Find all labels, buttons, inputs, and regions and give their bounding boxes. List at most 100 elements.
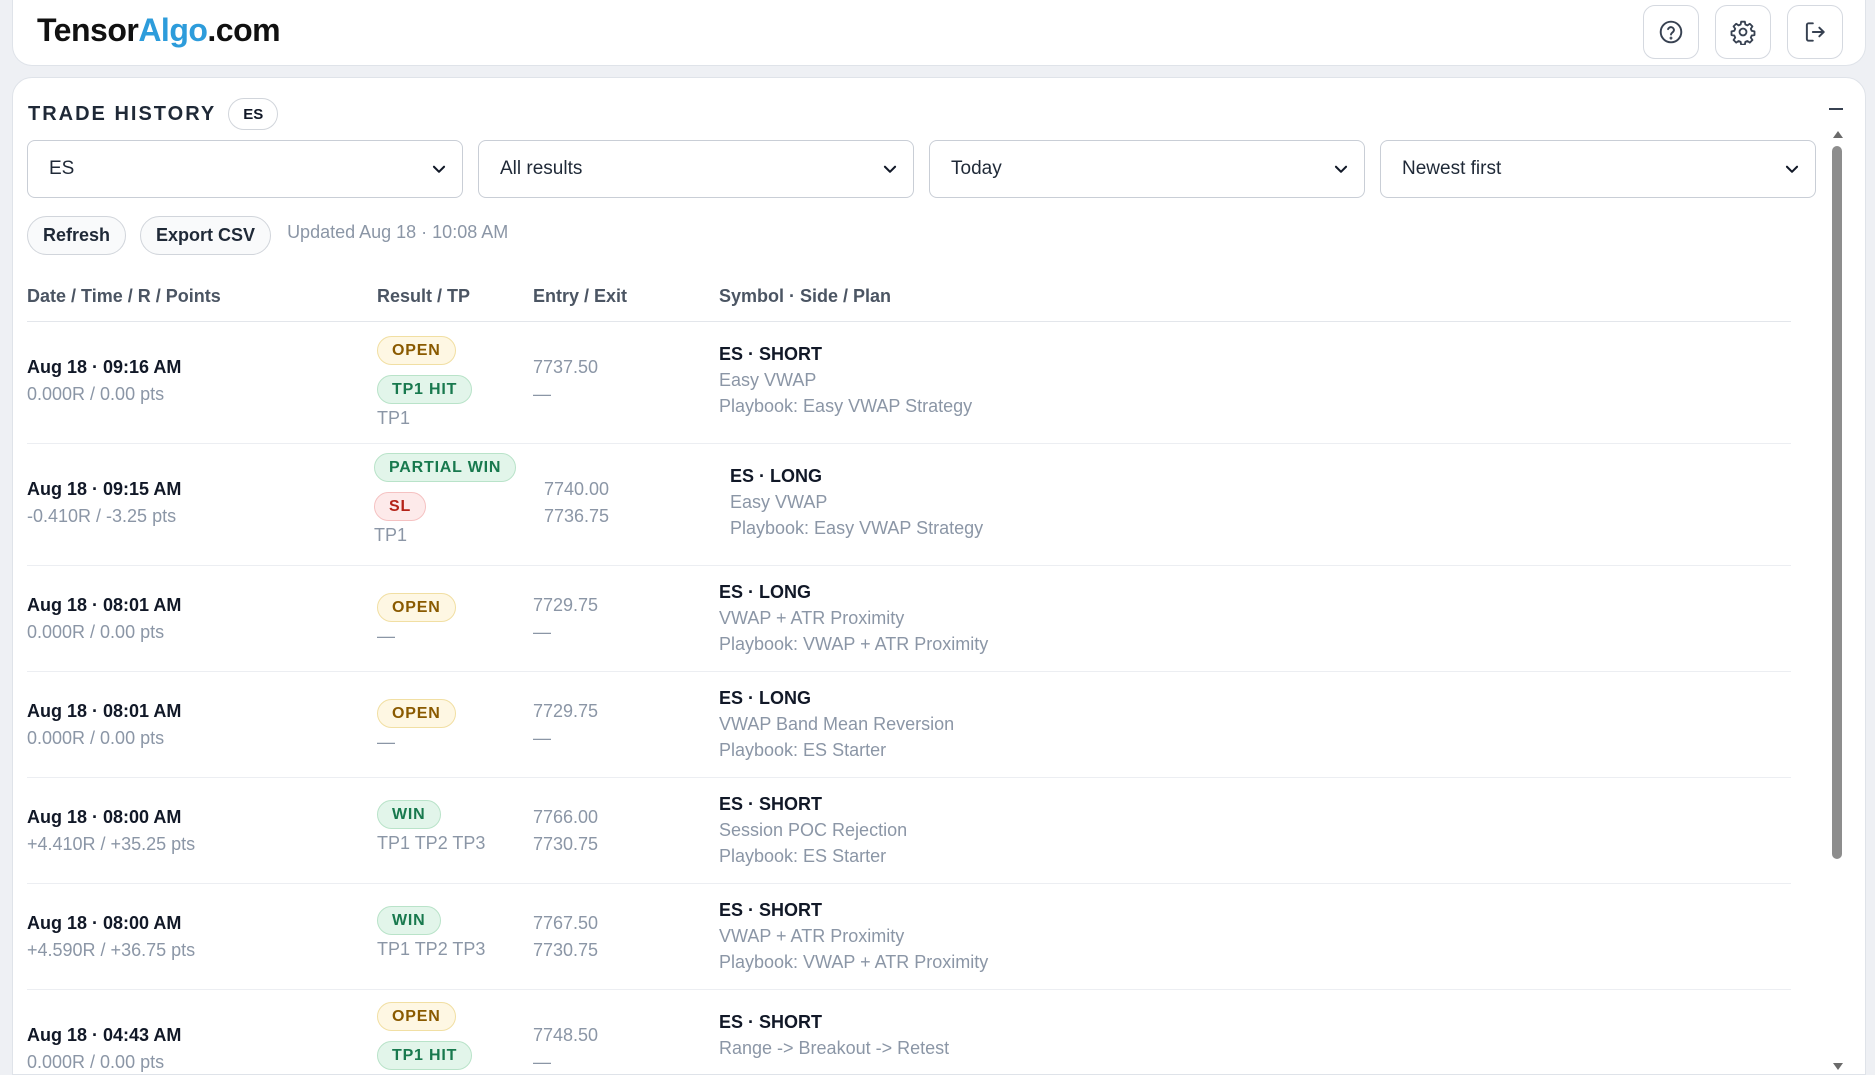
question-circle-icon [1659,20,1683,44]
table-row[interactable]: Aug 18 · 08:00 AM +4.410R / +35.25 pts WIN… [27,778,1791,884]
settings-button[interactable] [1715,5,1771,59]
entry-price: 7748.50 [533,1025,599,1045]
logout-button[interactable] [1787,5,1843,59]
top-bar: TensorAlgo.com [12,0,1866,66]
entry-price: 7740.00 [544,479,610,499]
entry-price: 7737.50 [533,357,599,377]
entry-price: 7767.50 [533,913,599,933]
symbol-select-value: ES [49,158,75,179]
scroll-up-arrow-icon[interactable] [1833,131,1843,138]
logo-text-tensor: Tensor [37,12,139,48]
trade-datetime: Aug 18 · 08:01 AM [27,701,182,721]
date-range-select[interactable]: Today [929,140,1365,198]
strategy-plan: Easy VWAP [730,492,828,512]
trade-datetime: Aug 18 · 08:00 AM [27,807,182,827]
logo[interactable]: TensorAlgo.com [37,12,281,49]
entry-exit-cell: 7729.75 — [533,595,598,643]
date-cell: Aug 18 · 09:15 AM -0.410R / -3.25 pts [27,479,181,527]
result-badge-open: OPEN [377,699,456,728]
trade-r-points: +4.410R / +35.25 pts [27,834,196,854]
symbol-side: ES · SHORT [719,794,823,814]
strategy-plan: VWAP + ATR Proximity [719,926,905,946]
result-badge-win: WIN [377,800,441,829]
vertical-scrollbar[interactable] [1831,128,1845,1074]
col-header-symbol: Symbol · Side / Plan [719,286,892,306]
chevron-down-icon [883,165,897,173]
table-row[interactable]: Aug 18 · 08:01 AM 0.000R / 0.00 pts OPEN —7… [27,566,1791,672]
symbol-plan-cell: ES · SHORT Easy VWAP Playbook: Easy VWAP S… [719,344,972,417]
table-row[interactable]: Aug 18 · 09:16 AM 0.000R / 0.00 pts OPEN TP… [27,322,1791,444]
export-csv-button[interactable]: Export CSV [140,215,272,255]
symbol-plan-cell: ES · LONG VWAP Band Mean Reversion Playboo… [719,688,954,761]
col-header-result: Result / TP [377,286,471,306]
tp-levels: TP1 TP2 TP3 [377,939,486,959]
entry-price: 7729.75 [533,595,599,615]
trade-datetime: Aug 18 · 09:16 AM [27,357,182,377]
help-button[interactable] [1643,5,1699,59]
symbol-select[interactable]: ES [27,140,463,198]
result-cell: PARTIAL WIN SL TP1 [374,453,517,546]
date-cell: Aug 18 · 08:01 AM 0.000R / 0.00 pts [27,701,181,749]
entry-exit-cell: 7729.75 — [533,701,598,749]
date-range-select-value: Today [951,158,1002,179]
playbook-name: Playbook: VWAP + ATR Proximity [719,952,989,972]
table-row[interactable]: Aug 18 · 08:00 AM +4.590R / +36.75 pts WIN… [27,884,1791,990]
collapse-button[interactable] [1829,108,1843,110]
symbol-side: ES · SHORT [719,900,823,920]
strategy-plan: VWAP + ATR Proximity [719,608,905,628]
playbook-name: Playbook: ES Starter [719,740,887,760]
logout-icon [1805,22,1825,42]
trade-datetime: Aug 18 · 08:01 AM [27,595,182,615]
table-row[interactable]: Aug 18 · 09:15 AM -0.410R / -3.25 pts PART… [27,444,1791,566]
tp-levels: TP1 TP2 TP3 [377,833,486,853]
entry-exit-cell: 7740.00 7736.75 [544,479,609,527]
result-select[interactable]: All results [478,140,914,198]
result-badge-win: PARTIAL WIN [374,453,517,482]
exit-price: — [533,728,551,748]
exit-price: — [533,384,551,404]
date-cell: Aug 18 · 08:00 AM +4.410R / +35.25 pts [27,807,195,855]
result-badge-tp: TP1 HIT [377,375,473,404]
date-cell: Aug 18 · 08:01 AM 0.000R / 0.00 pts [27,595,181,643]
result-cell: OPENTP1 HITTP1 [377,1002,473,1074]
result-cell: OPENTP1 HITTP1 [377,336,473,429]
result-cell: WIN TP1 TP2 TP3 [377,906,485,960]
symbol-side: ES · LONG [719,688,812,708]
col-header-date: Date / Time / R / Points [27,286,221,306]
refresh-button[interactable]: Refresh [27,215,127,255]
date-cell: Aug 18 · 04:43 AM 0.000R / 0.00 pts [27,1025,181,1073]
table-row[interactable]: Aug 18 · 04:43 AM 0.000R / 0.00 pts OPEN TP… [27,990,1791,1074]
trade-r-points: 0.000R / 0.00 pts [27,728,165,748]
scrollbar-thumb[interactable] [1832,146,1842,859]
symbol-plan-cell: ES · SHORT VWAP + ATR Proximity Playbook: … [719,900,988,973]
chevron-down-icon [1334,165,1348,173]
exit-price: 7730.75 [533,940,599,960]
strategy-plan: VWAP Band Mean Reversion [719,714,955,734]
scroll-down-arrow-icon[interactable] [1833,1063,1843,1070]
result-badge-win: WIN [377,906,441,935]
strategy-plan: Range -> Breakout -> Retest [719,1038,950,1058]
trade-r-points: 0.000R / 0.00 pts [27,1052,165,1072]
panel-title: TRADE HISTORY [28,102,217,125]
playbook-name: Playbook: Easy VWAP Strategy [719,396,973,416]
result-select-value: All results [500,158,583,179]
result-badge-open: OPEN [377,593,456,622]
tp-levels: TP1 [374,525,408,545]
table-row[interactable]: Aug 18 · 08:01 AM 0.000R / 0.00 pts OPEN —7… [27,672,1791,778]
sort-select[interactable]: Newest first [1380,140,1816,198]
entry-exit-cell: 7737.50 — [533,357,598,405]
trade-datetime: Aug 18 · 04:43 AM [27,1025,182,1045]
symbol-side: ES · LONG [719,582,812,602]
table-header: Date / Time / R / Points Result / TP Ent… [27,286,1791,322]
last-updated-text: Updated Aug 18 · 10:08 AM [287,221,509,242]
symbol-plan-cell: ES · SHORT Session POC Rejection Playbook:… [719,794,907,867]
trade-datetime: Aug 18 · 08:00 AM [27,913,182,933]
result-badge-open: OPEN [377,1002,456,1031]
playbook-name: Playbook: ES Starter [719,846,887,866]
playbook-name: Playbook: VWAP + ATR Proximity [719,634,989,654]
entry-exit-cell: 7748.50 — [533,1025,598,1073]
symbol-side: ES · SHORT [719,344,823,364]
date-cell: Aug 18 · 09:16 AM 0.000R / 0.00 pts [27,357,181,405]
exit-price: 7730.75 [533,834,599,854]
trade-datetime: Aug 18 · 09:15 AM [27,479,182,499]
